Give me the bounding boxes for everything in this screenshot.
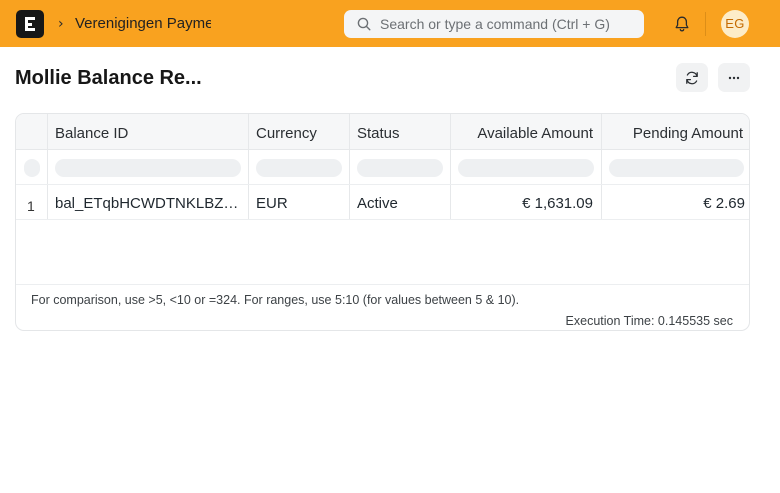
table-header-row: Balance ID Currency Status Available Amo…: [16, 114, 749, 150]
app-logo-icon[interactable]: [16, 10, 44, 38]
search-bar[interactable]: [344, 10, 644, 38]
column-header-status[interactable]: Status: [350, 114, 451, 149]
row-index-header: [16, 114, 48, 149]
avatar[interactable]: EG: [721, 10, 749, 38]
cell-balance-id[interactable]: bal_ETqbHCWDTNKLBZL...: [48, 185, 249, 219]
navbar-divider: [705, 12, 706, 36]
filter-input-pending-amount[interactable]: [609, 159, 744, 177]
refresh-icon: [686, 71, 698, 85]
column-header-balance-id[interactable]: Balance ID: [48, 114, 249, 149]
filter-input-currency[interactable]: [256, 159, 342, 177]
cell-pending-amount[interactable]: € 2.69: [602, 185, 749, 219]
cell-currency[interactable]: EUR: [249, 185, 350, 219]
execution-time: Execution Time: 0.145535 sec: [565, 314, 733, 328]
breadcrumb-item[interactable]: Verenigingen Payme: [75, 15, 211, 32]
filter-input-available-amount[interactable]: [458, 159, 594, 177]
bell-icon[interactable]: [673, 15, 691, 33]
more-button[interactable]: [718, 63, 750, 92]
filter-hint: For comparison, use >5, <10 or =324. For…: [31, 293, 520, 307]
refresh-button[interactable]: [676, 63, 708, 92]
chevron-right-icon: ›: [58, 16, 64, 32]
cell-available-amount[interactable]: € 1,631.09: [451, 185, 602, 219]
search-icon: [357, 17, 371, 31]
filter-row: [16, 150, 749, 185]
column-header-currency[interactable]: Currency: [249, 114, 350, 149]
filter-placeholder: [24, 159, 40, 177]
filter-input-balance-id[interactable]: [55, 159, 241, 177]
report-card: Balance ID Currency Status Available Amo…: [15, 113, 750, 331]
page-title: Mollie Balance Re...: [15, 67, 202, 89]
more-icon: [728, 76, 740, 80]
table-row[interactable]: 1 bal_ETqbHCWDTNKLBZL... EUR Active € 1,…: [16, 185, 749, 220]
footer-divider: [16, 284, 749, 285]
column-header-pending-amount[interactable]: Pending Amount: [602, 114, 749, 149]
filter-input-status[interactable]: [357, 159, 443, 177]
row-index: 1: [16, 185, 48, 219]
cell-status[interactable]: Active: [350, 185, 451, 219]
navbar: › Verenigingen Payme EG: [0, 0, 780, 47]
column-header-available-amount[interactable]: Available Amount: [451, 114, 602, 149]
search-input[interactable]: [380, 10, 638, 38]
